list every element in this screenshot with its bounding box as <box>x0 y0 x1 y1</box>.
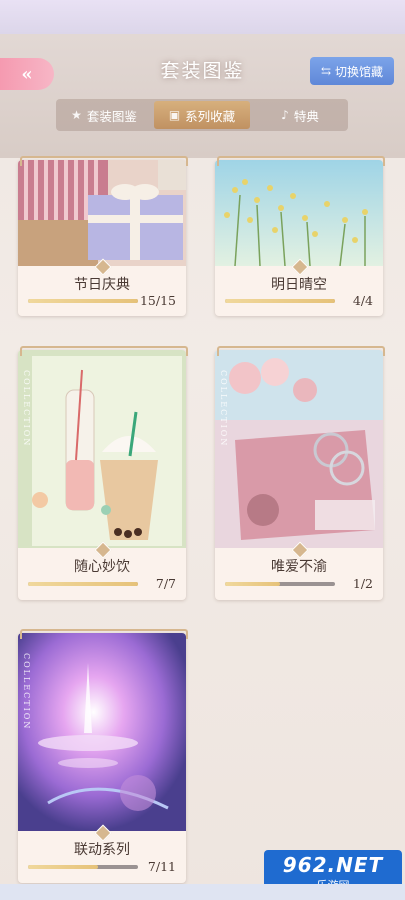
card-title: 唯爱不渝 <box>271 559 327 575</box>
progress-count: 7/7 <box>155 576 176 591</box>
tab-outfit-catalog[interactable]: ★ 套装图鉴 <box>56 99 152 131</box>
tab-bar: ★ 套装图鉴 ▣ 系列收藏 ♪ 特典 <box>56 99 348 131</box>
card-title: 明日晴空 <box>271 277 327 293</box>
series-card-drinks[interactable]: COLLECTION 随心妙饮 7/7 <box>18 346 188 600</box>
progress-bar <box>225 299 335 303</box>
card-frame <box>20 346 188 356</box>
watermark-line1: 962.NET <box>282 853 384 877</box>
progress-bar <box>225 582 335 586</box>
card-artwork <box>18 350 186 548</box>
progress-count: 1/2 <box>352 576 373 591</box>
card-frame <box>20 629 188 639</box>
collection-label: COLLECTION <box>219 370 228 448</box>
tab-label: 特典 <box>293 108 319 124</box>
card-title: 随心妙饮 <box>74 559 130 575</box>
drinks-image <box>18 350 186 548</box>
card-artwork <box>215 160 383 266</box>
card-title: 节日庆典 <box>74 277 130 293</box>
star-icon: ★ <box>71 108 82 122</box>
collection-label: COLLECTION <box>22 370 31 448</box>
swap-icon: ⇆ <box>320 64 332 78</box>
flower-field-image <box>215 160 383 266</box>
switch-collection-label: 切换馆藏 <box>335 64 384 79</box>
tab-label: 套装图鉴 <box>86 108 137 124</box>
progress-fill <box>225 582 280 586</box>
bottom-strip <box>0 884 405 900</box>
progress-count: 4/4 <box>352 293 373 308</box>
collection-label: COLLECTION <box>22 653 31 731</box>
tab-special[interactable]: ♪ 特典 <box>252 99 348 131</box>
series-card-collab[interactable]: COLLECTION 联动系列 7/11 <box>18 629 188 883</box>
bell-icon: ♪ <box>281 108 289 122</box>
series-card-sunny[interactable]: 明日晴空 4/4 <box>215 156 385 316</box>
progress-bar <box>28 299 138 303</box>
progress-count: 7/11 <box>147 859 176 874</box>
progress-fill <box>28 582 138 586</box>
progress-fill <box>225 299 335 303</box>
card-artwork <box>18 160 186 266</box>
card-artwork <box>215 350 383 548</box>
card-frame <box>20 156 188 166</box>
card-frame <box>217 346 385 356</box>
card-frame <box>217 156 385 166</box>
series-card-festival[interactable]: 节日庆典 15/15 <box>18 156 188 316</box>
rings-letter-image <box>215 350 383 548</box>
card-artwork <box>18 633 186 831</box>
progress-bar <box>28 865 138 869</box>
series-card-eternal-love[interactable]: COLLECTION 唯爱不渝 1/2 <box>215 346 385 600</box>
header-background <box>0 34 405 158</box>
collab-fantasy-image <box>18 633 186 831</box>
tab-label: 系列收藏 <box>185 108 236 124</box>
progress-fill <box>28 865 98 869</box>
progress-count: 15/15 <box>139 293 176 308</box>
tab-series-collection[interactable]: ▣ 系列收藏 <box>154 101 250 129</box>
gift-boxes-image <box>18 160 186 266</box>
box-icon: ▣ <box>168 108 181 122</box>
card-title: 联动系列 <box>74 842 130 858</box>
progress-bar <box>28 582 138 586</box>
status-strip <box>0 0 405 34</box>
progress-fill <box>28 299 138 303</box>
switch-collection-button[interactable]: ⇆ 切换馆藏 <box>310 57 394 85</box>
